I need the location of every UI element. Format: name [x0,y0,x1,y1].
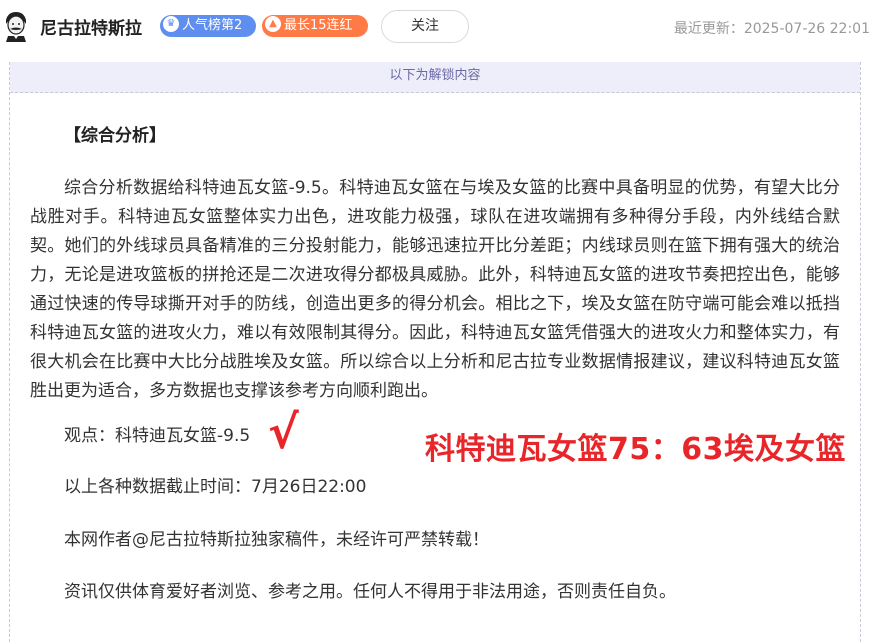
analysis-paragraph: 综合分析数据给科特迪瓦女篮-9.5。科特迪瓦女篮在与埃及女篮的比赛中具备明显的优… [30,178,840,401]
disclaimer: 资讯仅供体育爱好者浏览、参考之用。任何人不得用于非法用途，否则责任自负。 [64,582,676,602]
win-streak-badge: ▲ 最长15连红 [262,15,368,37]
win-streak-label: 最长15连红 [284,18,353,33]
popularity-rank-label: 人气榜第2 [182,18,243,33]
flame-icon: ▲ [265,16,281,32]
author-avatar[interactable] [2,10,30,42]
copyright-notice: 本网作者@尼古拉特斯拉独家稿件，未经许可严禁转载！ [64,530,489,550]
last-updated: 最近更新：2025-07-26 22:01 [673,21,870,37]
data-cutoff-time: 以上各种数据截止时间：7月26日22:00 [64,477,367,497]
follow-button[interactable]: 关注 [381,10,469,43]
checkmark-icon: √ [268,405,299,459]
author-header: 尼古拉特斯拉 ♛ 人气榜第2 ▲ 最长15连红 关注 最近更新：2025-07-26… [0,0,880,56]
author-name[interactable]: 尼古拉特斯拉 [40,14,142,39]
popularity-rank-badge: ♛ 人气榜第2 [160,15,256,37]
section-title: 【综合分析】 [64,126,166,146]
crown-icon: ♛ [163,16,179,32]
viewpoint: 观点：科特迪瓦女篮-9.5 [64,426,251,446]
final-score: 科特迪瓦女篮75：63埃及女篮 [425,432,846,467]
unlock-notice: 以下为解锁内容 [10,62,860,93]
